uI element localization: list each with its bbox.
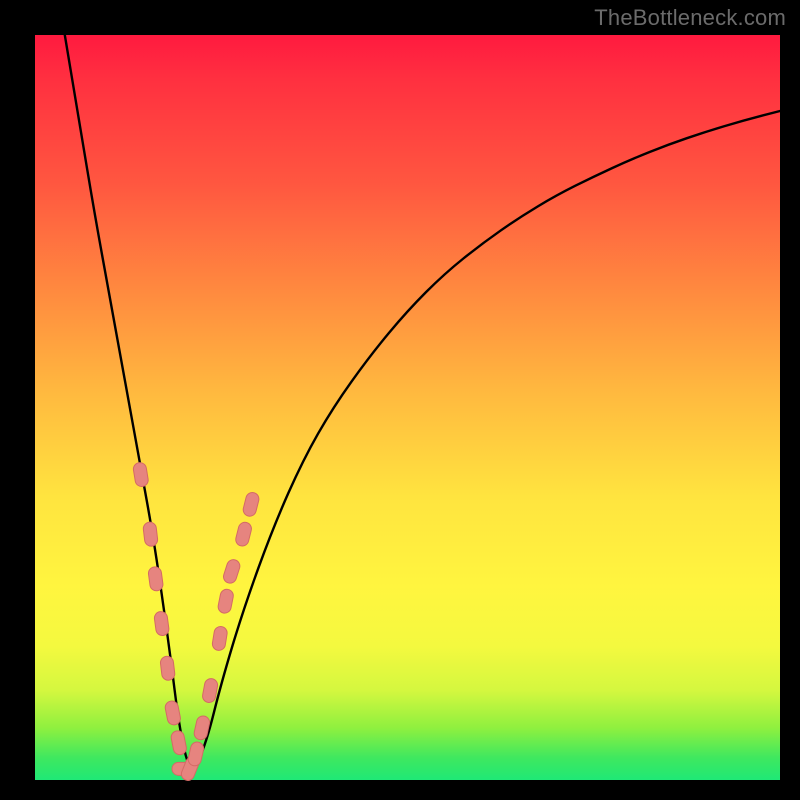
marker: [211, 626, 228, 652]
chart-frame: TheBottleneck.com: [0, 0, 800, 800]
marker: [222, 558, 242, 585]
marker: [170, 730, 187, 756]
marker: [148, 566, 164, 592]
curve-layer: [35, 35, 780, 780]
marker: [242, 491, 260, 517]
marker: [160, 656, 176, 681]
marker: [187, 741, 205, 767]
marker: [234, 521, 252, 547]
marker: [132, 462, 149, 488]
bottleneck-curve: [65, 35, 780, 767]
marker: [154, 611, 170, 637]
marker: [143, 521, 159, 546]
marker: [217, 588, 234, 614]
marker: [164, 700, 181, 726]
watermark-text: TheBottleneck.com: [594, 5, 786, 31]
